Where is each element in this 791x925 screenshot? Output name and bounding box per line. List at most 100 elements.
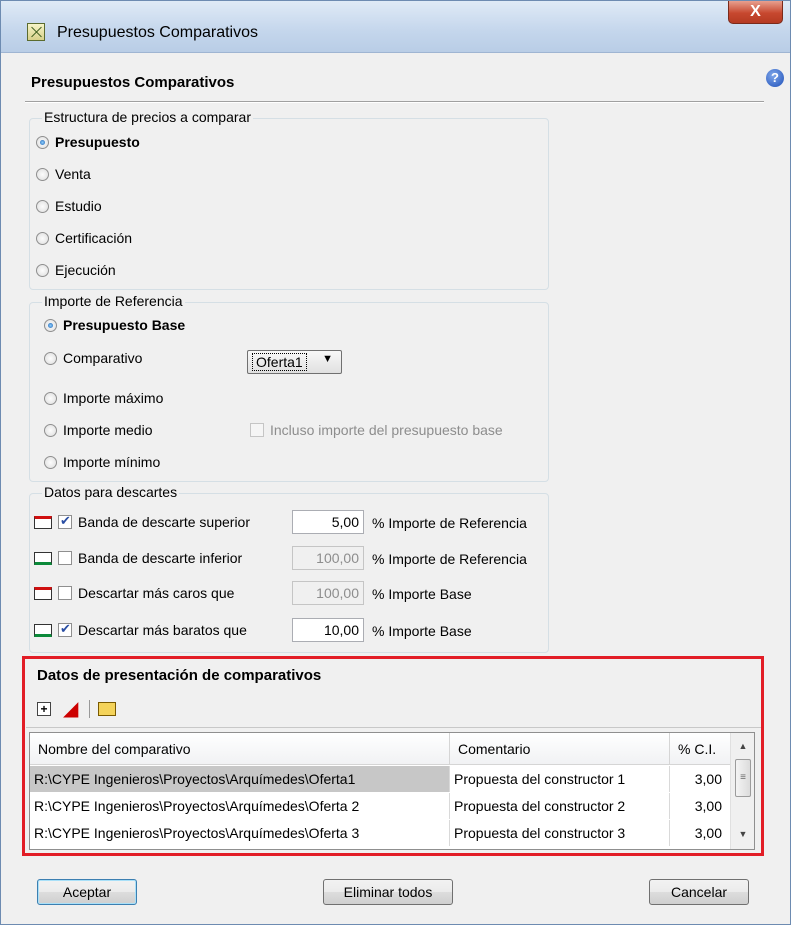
cell-ci[interactable]: 3,00 xyxy=(670,766,730,792)
column-header-name[interactable]: Nombre del comparativo xyxy=(30,733,450,765)
discards-legend: Datos para descartes xyxy=(42,484,180,500)
radio-label: Presupuesto Base xyxy=(63,317,186,333)
unit-label: % Importe de Referencia xyxy=(372,515,527,531)
cheap-input[interactable]: 10,00 xyxy=(292,618,364,642)
lower-band-icon xyxy=(34,551,52,565)
cell-comment[interactable]: Propuesta del constructor 3 xyxy=(450,820,670,846)
discard-expensive-row[interactable]: Descartar más caros que xyxy=(34,585,234,601)
radio-button[interactable] xyxy=(44,351,57,365)
presentation-toolbar: + ◢ xyxy=(37,699,124,719)
cancel-button[interactable]: Cancelar xyxy=(649,879,749,905)
scroll-down-icon[interactable]: ▼ xyxy=(731,825,755,843)
radio-presupuesto[interactable]: Presupuesto xyxy=(36,134,140,150)
radio-label: Importe mínimo xyxy=(63,454,161,470)
checkbox[interactable] xyxy=(58,551,72,565)
right-strip xyxy=(764,53,790,923)
checkbox-label: Banda de descarte inferior xyxy=(78,550,243,566)
radio-importe-medio[interactable]: Importe medio xyxy=(44,422,152,438)
discard-lower-row[interactable]: Banda de descarte inferior xyxy=(34,550,242,566)
radio-label: Venta xyxy=(55,166,91,182)
comparativo-dropdown[interactable]: Oferta1 ▼ xyxy=(247,350,342,374)
cell-comment[interactable]: Propuesta del constructor 2 xyxy=(450,793,670,819)
radio-comparativo[interactable]: Comparativo xyxy=(44,350,142,366)
app-icon xyxy=(27,23,45,41)
radio-button[interactable] xyxy=(36,167,49,181)
include-base-checkbox[interactable]: Incluso importe del presupuesto base xyxy=(250,422,503,438)
cell-comment[interactable]: Propuesta del constructor 1 xyxy=(450,766,670,792)
cell-name[interactable]: R:\CYPE Ingenieros\Proyectos\Arquímedes\… xyxy=(30,820,450,846)
radio-button[interactable] xyxy=(44,318,57,332)
radio-button[interactable] xyxy=(36,135,49,149)
table-row[interactable]: R:\CYPE Ingenieros\Proyectos\Arquímedes\… xyxy=(30,820,730,846)
add-row-button[interactable]: + xyxy=(37,699,57,719)
radio-button[interactable] xyxy=(44,455,57,469)
radio-label: Presupuesto xyxy=(55,134,140,150)
chevron-down-icon: ▼ xyxy=(322,353,333,365)
cell-ci[interactable]: 3,00 xyxy=(670,793,730,819)
scroll-thumb[interactable]: ≡ xyxy=(735,759,751,797)
column-header-comment[interactable]: Comentario xyxy=(450,733,670,765)
radio-label: Estudio xyxy=(55,198,102,214)
radio-button[interactable] xyxy=(36,263,49,277)
cell-ci[interactable]: 3,00 xyxy=(670,820,730,846)
header-divider xyxy=(25,101,764,103)
radio-label: Certificación xyxy=(55,230,133,246)
table-scrollbar[interactable]: ▲ ≡ ▼ xyxy=(730,733,754,849)
toolbar-separator xyxy=(89,700,90,718)
accept-button[interactable]: Aceptar xyxy=(37,879,137,905)
expensive-input[interactable]: 100,00 xyxy=(292,581,364,605)
radio-label: Ejecución xyxy=(55,262,116,278)
cell-name[interactable]: R:\CYPE Ingenieros\Proyectos\Arquímedes\… xyxy=(30,766,450,792)
radio-importe-maximo[interactable]: Importe máximo xyxy=(44,390,163,406)
radio-label: Comparativo xyxy=(63,350,143,366)
radio-presupuesto-base[interactable]: Presupuesto Base xyxy=(44,317,185,333)
page-title: Presupuestos Comparativos xyxy=(31,74,235,91)
folder-icon xyxy=(98,702,116,716)
reference-legend: Importe de Referencia xyxy=(42,293,185,309)
delete-all-button[interactable]: Eliminar todos xyxy=(323,879,453,905)
radio-estudio[interactable]: Estudio xyxy=(36,198,102,214)
add-icon: + xyxy=(37,702,51,716)
lower-band-input[interactable]: 100,00 xyxy=(292,546,364,570)
unit-label: % Importe de Referencia xyxy=(372,551,527,567)
reference-group: Importe de Referencia Presupuesto Base C… xyxy=(29,293,549,482)
open-file-button[interactable] xyxy=(98,699,118,719)
table-row[interactable]: R:\CYPE Ingenieros\Proyectos\Arquímedes\… xyxy=(30,793,730,819)
radio-label: Importe medio xyxy=(63,422,153,438)
radio-button[interactable] xyxy=(44,391,57,405)
close-button[interactable]: X xyxy=(728,1,783,24)
dialog-window: Presupuestos Comparativos X ? Presupuest… xyxy=(0,0,791,925)
discards-group: Datos para descartes Banda de descarte s… xyxy=(29,484,549,653)
comparativos-table[interactable]: Nombre del comparativo Comentario % C.I.… xyxy=(29,732,755,850)
discard-upper-row[interactable]: Banda de descarte superior xyxy=(34,513,250,530)
dropdown-value: Oferta1 xyxy=(252,353,307,371)
toolbar-divider xyxy=(26,727,761,728)
checkbox-label: Incluso importe del presupuesto base xyxy=(270,422,503,438)
checkbox-label: Descartar más baratos que xyxy=(78,622,247,638)
title-bar[interactable]: Presupuestos Comparativos X xyxy=(1,1,790,53)
checkbox[interactable] xyxy=(58,513,72,529)
cell-name[interactable]: R:\CYPE Ingenieros\Proyectos\Arquímedes\… xyxy=(30,793,450,819)
delete-icon: ◢ xyxy=(63,698,79,720)
help-icon[interactable]: ? xyxy=(766,69,784,87)
discard-cheap-row[interactable]: Descartar más baratos que xyxy=(34,621,247,638)
table-row[interactable]: R:\CYPE Ingenieros\Proyectos\Arquímedes\… xyxy=(30,766,730,792)
column-header-ci[interactable]: % C.I. xyxy=(670,733,730,765)
checkbox[interactable] xyxy=(58,621,72,637)
checkbox[interactable] xyxy=(58,586,72,600)
upper-band-icon xyxy=(34,586,52,600)
radio-button[interactable] xyxy=(44,423,57,437)
upper-band-input[interactable]: 5,00 xyxy=(292,510,364,534)
delete-row-button[interactable]: ◢ xyxy=(63,699,83,719)
checkbox[interactable] xyxy=(250,423,264,437)
lower-band-icon xyxy=(34,623,52,637)
radio-button[interactable] xyxy=(36,231,49,245)
radio-ejecucion[interactable]: Ejecución xyxy=(36,262,116,278)
unit-label: % Importe Base xyxy=(372,586,472,602)
scroll-up-icon[interactable]: ▲ xyxy=(731,737,755,755)
radio-button[interactable] xyxy=(36,199,49,213)
radio-certificacion[interactable]: Certificación xyxy=(36,230,132,246)
table-header: Nombre del comparativo Comentario % C.I. xyxy=(30,733,730,765)
radio-venta[interactable]: Venta xyxy=(36,166,91,182)
radio-importe-minimo[interactable]: Importe mínimo xyxy=(44,454,160,470)
